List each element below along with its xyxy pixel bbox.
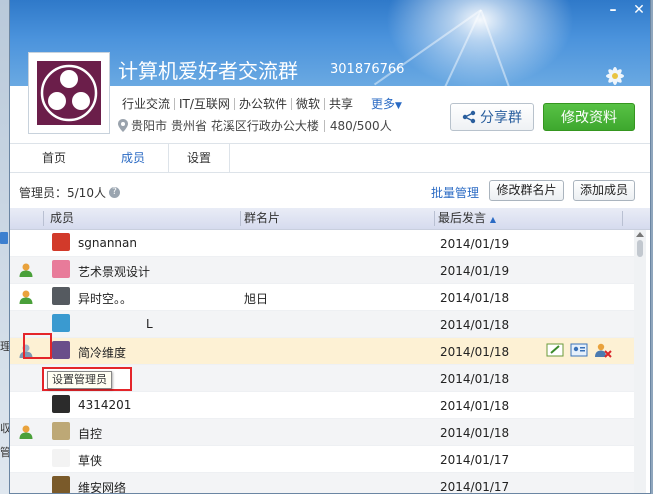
admin-badge-icon [18,262,34,278]
member-card: 旭日 [244,292,269,306]
flower-decoration [606,67,624,85]
member-last-post: 2014/01/18 [440,291,510,305]
sort-ascending-icon: ▲ [489,215,496,224]
column-member[interactable]: 成员 [50,208,74,229]
member-avatar[interactable] [52,233,70,251]
member-name[interactable]: 维安网络 [78,479,126,493]
member-name[interactable]: 草侠 [78,452,102,469]
table-row-selected[interactable]: 简冷维度 2014/01/18 [10,338,634,365]
group-tag[interactable]: 共享 [325,95,357,112]
table-row[interactable]: 异时空。。 旭日 2014/01/18 [10,284,634,311]
table-row[interactable]: sgnannan 2014/01/19 [10,230,634,257]
table-row[interactable]: 4314201 2014/01/18 [10,392,634,419]
modify-card-button[interactable]: 修改群名片 [489,180,564,201]
group-tag[interactable]: 行业交流 [118,95,174,112]
minimize-button[interactable]: – [600,0,626,22]
member-name[interactable]: 4314201 [78,398,131,412]
location-detail: 贵州省 花溪区行政办公大楼 [171,119,319,133]
member-avatar[interactable] [52,476,70,493]
tab-home[interactable]: 首页 [10,144,99,172]
set-admin-highlight [23,333,52,359]
member-last-post: 2014/01/18 [440,345,510,359]
member-name[interactable]: 艺术景观设计 [78,263,150,280]
member-name[interactable]: sgnannan [78,236,137,250]
background-window-icon [0,232,8,244]
member-avatar[interactable] [52,341,70,359]
admin-badge-icon [18,424,34,440]
group-location: 贵阳市 贵州省 花溪区行政办公大楼 480/500人 [118,117,392,134]
help-icon[interactable]: ? [108,187,120,198]
group-tag[interactable]: 办公软件 [235,95,291,112]
location-city: 贵阳市 [131,119,168,133]
member-last-post: 2014/01/18 [440,426,510,440]
group-avatar[interactable] [28,52,110,134]
member-name[interactable]: 异时空。。 [78,290,132,307]
group-title: 计算机爱好者交流群 [118,59,298,83]
location-pin-icon [118,119,128,132]
member-last-post: 2014/01/18 [440,399,510,413]
group-tag[interactable]: IT/互联网 [175,95,234,112]
member-avatar[interactable] [52,395,70,413]
member-list: sgnannan 2014/01/19 艺术景观设计 2014/01/19 异时空。。 旭… [10,230,634,494]
member-count: 480/500人 [329,119,392,133]
vertical-scrollbar[interactable] [634,230,646,493]
share-icon [462,110,476,124]
tab-settings[interactable]: 设置 [168,144,230,172]
more-label: 更多 [370,97,395,111]
group-info-window: – ✕ 计算机爱好者交流群 301876766 行业交流 IT/互联网 办公软件… [9,0,651,494]
member-last-post: 2014/01/19 [440,264,510,278]
group-id: 301876766 [330,62,405,77]
edit-card-icon[interactable] [546,342,564,358]
group-tags: 行业交流 IT/互联网 办公软件 微软 共享 更多▼ [118,95,402,112]
set-admin-tooltip: 设置管理员 [47,371,112,389]
member-avatar[interactable] [52,260,70,278]
member-last-post: 2014/01/17 [440,480,510,494]
edit-profile-button[interactable]: 修改资料 [543,103,635,131]
remove-member-icon[interactable] [594,342,612,358]
member-last-post: 2014/01/17 [440,453,510,467]
member-last-post: 2014/01/18 [440,318,510,332]
member-avatar[interactable] [52,449,70,467]
column-last-post[interactable]: 最后发言 ▲ [438,208,496,229]
scroll-thumb[interactable] [637,240,643,257]
member-avatar[interactable] [52,314,70,332]
member-profile-icon[interactable] [570,342,588,358]
admin-count-label: 管理员：5/10人 [19,186,106,200]
background-window [0,0,9,494]
member-name[interactable]: L [146,317,153,331]
row-actions [546,342,612,358]
share-label: 分享群 [480,110,522,126]
member-last-post: 2014/01/19 [440,237,510,251]
share-group-button[interactable]: 分享群 [450,103,534,131]
more-tags-link[interactable]: 更多▼ [371,95,402,112]
close-button[interactable]: ✕ [626,0,650,22]
admin-badge-icon [18,289,34,305]
table-header: 成员 群名片 最后发言 ▲ [10,208,650,230]
batch-manage-link[interactable]: 批量管理 [431,184,479,201]
group-logo-icon [37,61,101,125]
tab-members[interactable]: 成员 [98,144,168,172]
column-card[interactable]: 群名片 [244,208,280,229]
caret-down-icon: ▼ [395,101,402,111]
table-row[interactable]: 艺术景观设计 2014/01/19 [10,257,634,284]
table-row[interactable]: 维安网络 2014/01/17 [10,473,634,494]
tooltip-highlight: 设置管理员 [42,367,132,391]
table-row[interactable]: L 2014/01/18 [10,311,634,338]
member-last-post: 2014/01/18 [440,372,510,386]
add-member-button[interactable]: 添加成员 [573,180,635,201]
member-name[interactable]: 简冷维度 [78,344,126,361]
tab-bar: 首页 成员 设置 [10,143,650,173]
scroll-up-arrow-icon[interactable] [636,232,644,237]
member-avatar[interactable] [52,287,70,305]
member-avatar[interactable] [52,422,70,440]
table-row[interactable]: 草侠 2014/01/17 [10,446,634,473]
member-name[interactable]: 自控 [78,425,102,442]
table-row[interactable]: 自控 2014/01/18 [10,419,634,446]
admin-count: 管理员：5/10人 ? [19,184,120,201]
group-tag[interactable]: 微软 [292,95,324,112]
column-last-post-label: 最后发言 [438,211,487,225]
